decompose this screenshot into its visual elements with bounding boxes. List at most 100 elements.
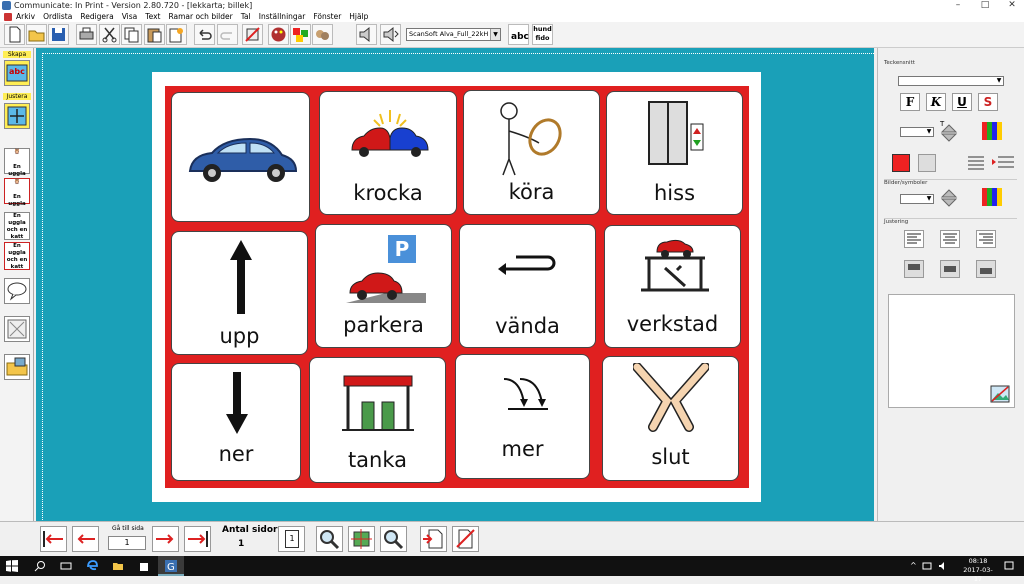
no-symbol-icon[interactable] <box>242 24 263 45</box>
grid-cell-vanda[interactable]: vända <box>459 224 596 348</box>
previous-page-button[interactable] <box>72 526 99 552</box>
valign-middle-button[interactable] <box>940 260 960 278</box>
undo-icon[interactable] <box>194 24 215 45</box>
indent-icon[interactable] <box>990 154 1014 172</box>
bold-button[interactable]: F <box>900 93 920 111</box>
symbol-color-icon[interactable] <box>982 188 1002 206</box>
italic-button[interactable]: K <box>926 93 946 111</box>
hund-fido-button[interactable]: hund fido <box>532 24 553 45</box>
zoom-out-button[interactable] <box>380 526 407 552</box>
expand-button[interactable] <box>4 316 30 342</box>
menu-ordlista[interactable]: Ordlista <box>43 11 72 22</box>
grid-cell-slut[interactable]: slut <box>602 356 739 481</box>
network-icon[interactable] <box>922 561 932 571</box>
paste-icon[interactable] <box>144 24 165 45</box>
file-explorer-icon[interactable] <box>112 560 124 572</box>
palette-icon[interactable] <box>268 24 289 45</box>
abc-button[interactable]: abc <box>508 24 529 45</box>
owl-cat-button-1[interactable]: En uggla och en katt <box>4 212 30 240</box>
voice-select[interactable]: ScanSoft Alva_Full_22kH ▼ <box>406 28 501 41</box>
menu-tal[interactable]: Tal <box>241 11 251 22</box>
clock[interactable]: 08:18 2017-03-17 <box>960 557 996 584</box>
redo-icon[interactable] <box>217 24 238 45</box>
shadow-button[interactable]: S <box>978 93 998 111</box>
picture-icon[interactable] <box>990 385 1010 403</box>
owl-cat-label-2: En uggla och en katt <box>6 243 28 270</box>
open-icon[interactable] <box>26 24 47 45</box>
grid-cell-tanka[interactable]: tanka <box>309 357 446 483</box>
edge-icon[interactable] <box>86 560 98 572</box>
menu-arkiv[interactable]: Arkiv <box>16 11 35 22</box>
fit-page-button[interactable] <box>348 526 375 552</box>
document-icon[interactable] <box>4 13 12 21</box>
grid-cell-kora[interactable]: köra <box>463 90 600 215</box>
show-hidden-icons-icon[interactable]: ^ <box>910 561 917 570</box>
speak-settings-icon[interactable] <box>380 24 401 45</box>
menu-ramar[interactable]: Ramar och bilder <box>168 11 232 22</box>
align-left-button[interactable] <box>904 230 924 248</box>
add-page-button[interactable] <box>420 526 447 552</box>
grid-cell-ner[interactable]: ner <box>171 363 301 481</box>
align-right-button[interactable] <box>976 230 996 248</box>
close-button[interactable]: ✕ <box>1001 0 1023 11</box>
new-icon[interactable] <box>4 24 25 45</box>
paste-special-icon[interactable] <box>166 24 187 45</box>
align-center-button[interactable] <box>940 230 960 248</box>
speak-icon[interactable] <box>356 24 377 45</box>
grid-cell-krocka[interactable]: krocka <box>319 91 457 215</box>
underline-button[interactable]: U <box>952 93 972 111</box>
symbols-icon[interactable] <box>312 24 333 45</box>
font-size-select[interactable]: ▼ <box>900 127 934 137</box>
image-size-select[interactable]: ▼ <box>900 194 934 204</box>
menu-visa[interactable]: Visa <box>122 11 138 22</box>
notifications-icon[interactable] <box>1004 561 1014 571</box>
store-icon[interactable] <box>138 560 150 572</box>
menu-fonster[interactable]: Fönster <box>313 11 341 22</box>
delete-page-button[interactable] <box>452 526 479 552</box>
goto-page-input[interactable]: 1 <box>108 536 146 550</box>
owl-button-1[interactable]: 🦉 En uggla <box>4 148 30 177</box>
adjust-frames-button[interactable] <box>4 103 30 129</box>
grid-cell-parkera[interactable]: P parkera <box>315 224 452 348</box>
last-page-button[interactable] <box>184 526 211 552</box>
print-icon[interactable] <box>76 24 97 45</box>
line-spacing-icon[interactable] <box>966 154 986 172</box>
owl-cat-button-2[interactable]: En uggla och en katt <box>4 242 30 270</box>
text-frame-icon[interactable] <box>892 154 910 172</box>
save-icon[interactable] <box>48 24 69 45</box>
maximize-button[interactable]: □ <box>974 0 996 11</box>
grid-cell-mer[interactable]: mer <box>455 354 590 479</box>
image-size-stepper-icon[interactable] <box>940 188 958 208</box>
menu-text[interactable]: Text <box>145 11 160 22</box>
grid-cell-upp[interactable]: upp <box>171 231 308 355</box>
communicate-taskbar-button[interactable]: G <box>158 556 184 576</box>
next-page-button[interactable] <box>152 526 179 552</box>
minimize-button[interactable]: – <box>947 0 969 11</box>
text-color-icon[interactable] <box>982 122 1002 140</box>
first-page-button[interactable] <box>40 526 67 552</box>
size-stepper-icon[interactable] <box>940 123 958 143</box>
font-select[interactable]: ▼ <box>898 76 1004 86</box>
zoom-in-button[interactable] <box>316 526 343 552</box>
frame-style-icon[interactable] <box>918 154 936 172</box>
page-view-button[interactable]: 1 <box>278 526 305 552</box>
volume-icon[interactable] <box>938 561 948 571</box>
colors-icon[interactable] <box>290 24 311 45</box>
menu-installningar[interactable]: Inställningar <box>259 11 306 22</box>
menu-redigera[interactable]: Redigera <box>80 11 113 22</box>
folder-image-button[interactable] <box>4 354 30 380</box>
task-view-icon[interactable] <box>60 560 72 572</box>
grid-cell-car[interactable] <box>171 92 310 222</box>
grid-cell-hiss[interactable]: hiss <box>606 91 743 215</box>
search-icon[interactable] <box>34 560 46 572</box>
menu-hjalp[interactable]: Hjälp <box>349 11 368 22</box>
speech-bubble-button[interactable] <box>4 278 30 304</box>
grid-cell-verkstad[interactable]: verkstad <box>604 225 741 348</box>
owl-button-2[interactable]: 🦉 En uggla <box>4 178 30 207</box>
valign-top-button[interactable] <box>904 260 924 278</box>
cut-icon[interactable] <box>99 24 120 45</box>
copy-icon[interactable] <box>121 24 142 45</box>
valign-bottom-button[interactable] <box>976 260 996 278</box>
windows-start-icon[interactable] <box>6 560 18 572</box>
create-text-button[interactable]: abc <box>4 60 30 86</box>
